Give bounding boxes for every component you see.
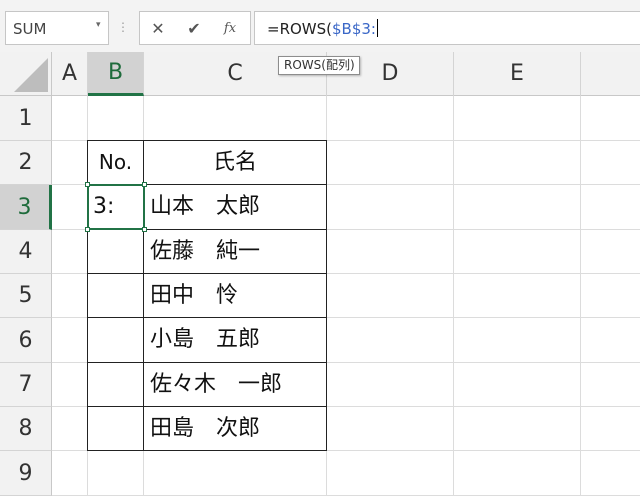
active-cell-selection — [87, 184, 145, 230]
name-box-value: SUM — [13, 20, 47, 38]
gridline — [580, 96, 581, 496]
cell-c4-name[interactable]: 佐藤 純一 — [150, 230, 260, 273]
formula-buttons: ✕ ✔ fx — [139, 11, 251, 45]
selection-handle[interactable] — [142, 227, 147, 232]
row-header-6[interactable]: 6 — [0, 318, 52, 363]
selection-handle[interactable] — [85, 182, 90, 187]
selection-handle[interactable] — [142, 182, 147, 187]
formula-range-reference: $B$3: — [332, 20, 376, 38]
function-tooltip: ROWS(配列) — [278, 56, 360, 75]
column-header-a[interactable]: A — [52, 52, 88, 96]
table-border — [87, 450, 327, 451]
row-header-7[interactable]: 7 — [0, 363, 52, 407]
row-header-2[interactable]: 2 — [0, 141, 52, 185]
cell-b2-header-no[interactable]: No. — [88, 141, 143, 184]
formula-input[interactable]: =ROWS($B$3: — [254, 11, 640, 45]
cell-c5-name[interactable]: 田中 怜 — [150, 274, 238, 317]
insert-function-icon[interactable]: fx — [218, 17, 242, 41]
cell-c7-name[interactable]: 佐々木 一郎 — [150, 363, 282, 406]
formula-bar-splitter-icon[interactable]: ⋮ — [117, 12, 129, 42]
formula-bar-area: SUM ▾ ⋮ ✕ ✔ fx =ROWS($B$3: — [0, 0, 640, 52]
cell-c6-name[interactable]: 小島 五郎 — [150, 318, 260, 362]
enter-check-icon[interactable]: ✔ — [182, 17, 206, 41]
row-header-1[interactable]: 1 — [0, 96, 52, 141]
select-all-triangle-icon — [14, 58, 48, 92]
name-box[interactable]: SUM ▾ — [5, 11, 109, 45]
row-header-3[interactable]: 3 — [0, 185, 52, 230]
formula-text: =ROWS($B$3: — [267, 19, 378, 38]
column-header-e[interactable]: E — [454, 52, 581, 96]
selection-handle[interactable] — [85, 227, 90, 232]
row-header-5[interactable]: 5 — [0, 274, 52, 318]
cancel-icon[interactable]: ✕ — [146, 17, 170, 41]
formula-function: =ROWS( — [267, 20, 333, 38]
row-header-8[interactable]: 8 — [0, 407, 52, 451]
name-box-dropdown-icon[interactable]: ▾ — [96, 20, 101, 30]
cell-c8-name[interactable]: 田島 次郎 — [150, 407, 260, 450]
row-header-4[interactable]: 4 — [0, 230, 52, 274]
cell-c3-name[interactable]: 山本 太郎 — [150, 185, 260, 229]
text-caret — [377, 19, 378, 37]
table-border — [326, 140, 327, 451]
cell-c2-header-name[interactable]: 氏名 — [144, 141, 326, 184]
gridline — [453, 96, 454, 496]
row-header-9[interactable]: 9 — [0, 451, 52, 496]
column-header-b[interactable]: B — [88, 52, 144, 96]
